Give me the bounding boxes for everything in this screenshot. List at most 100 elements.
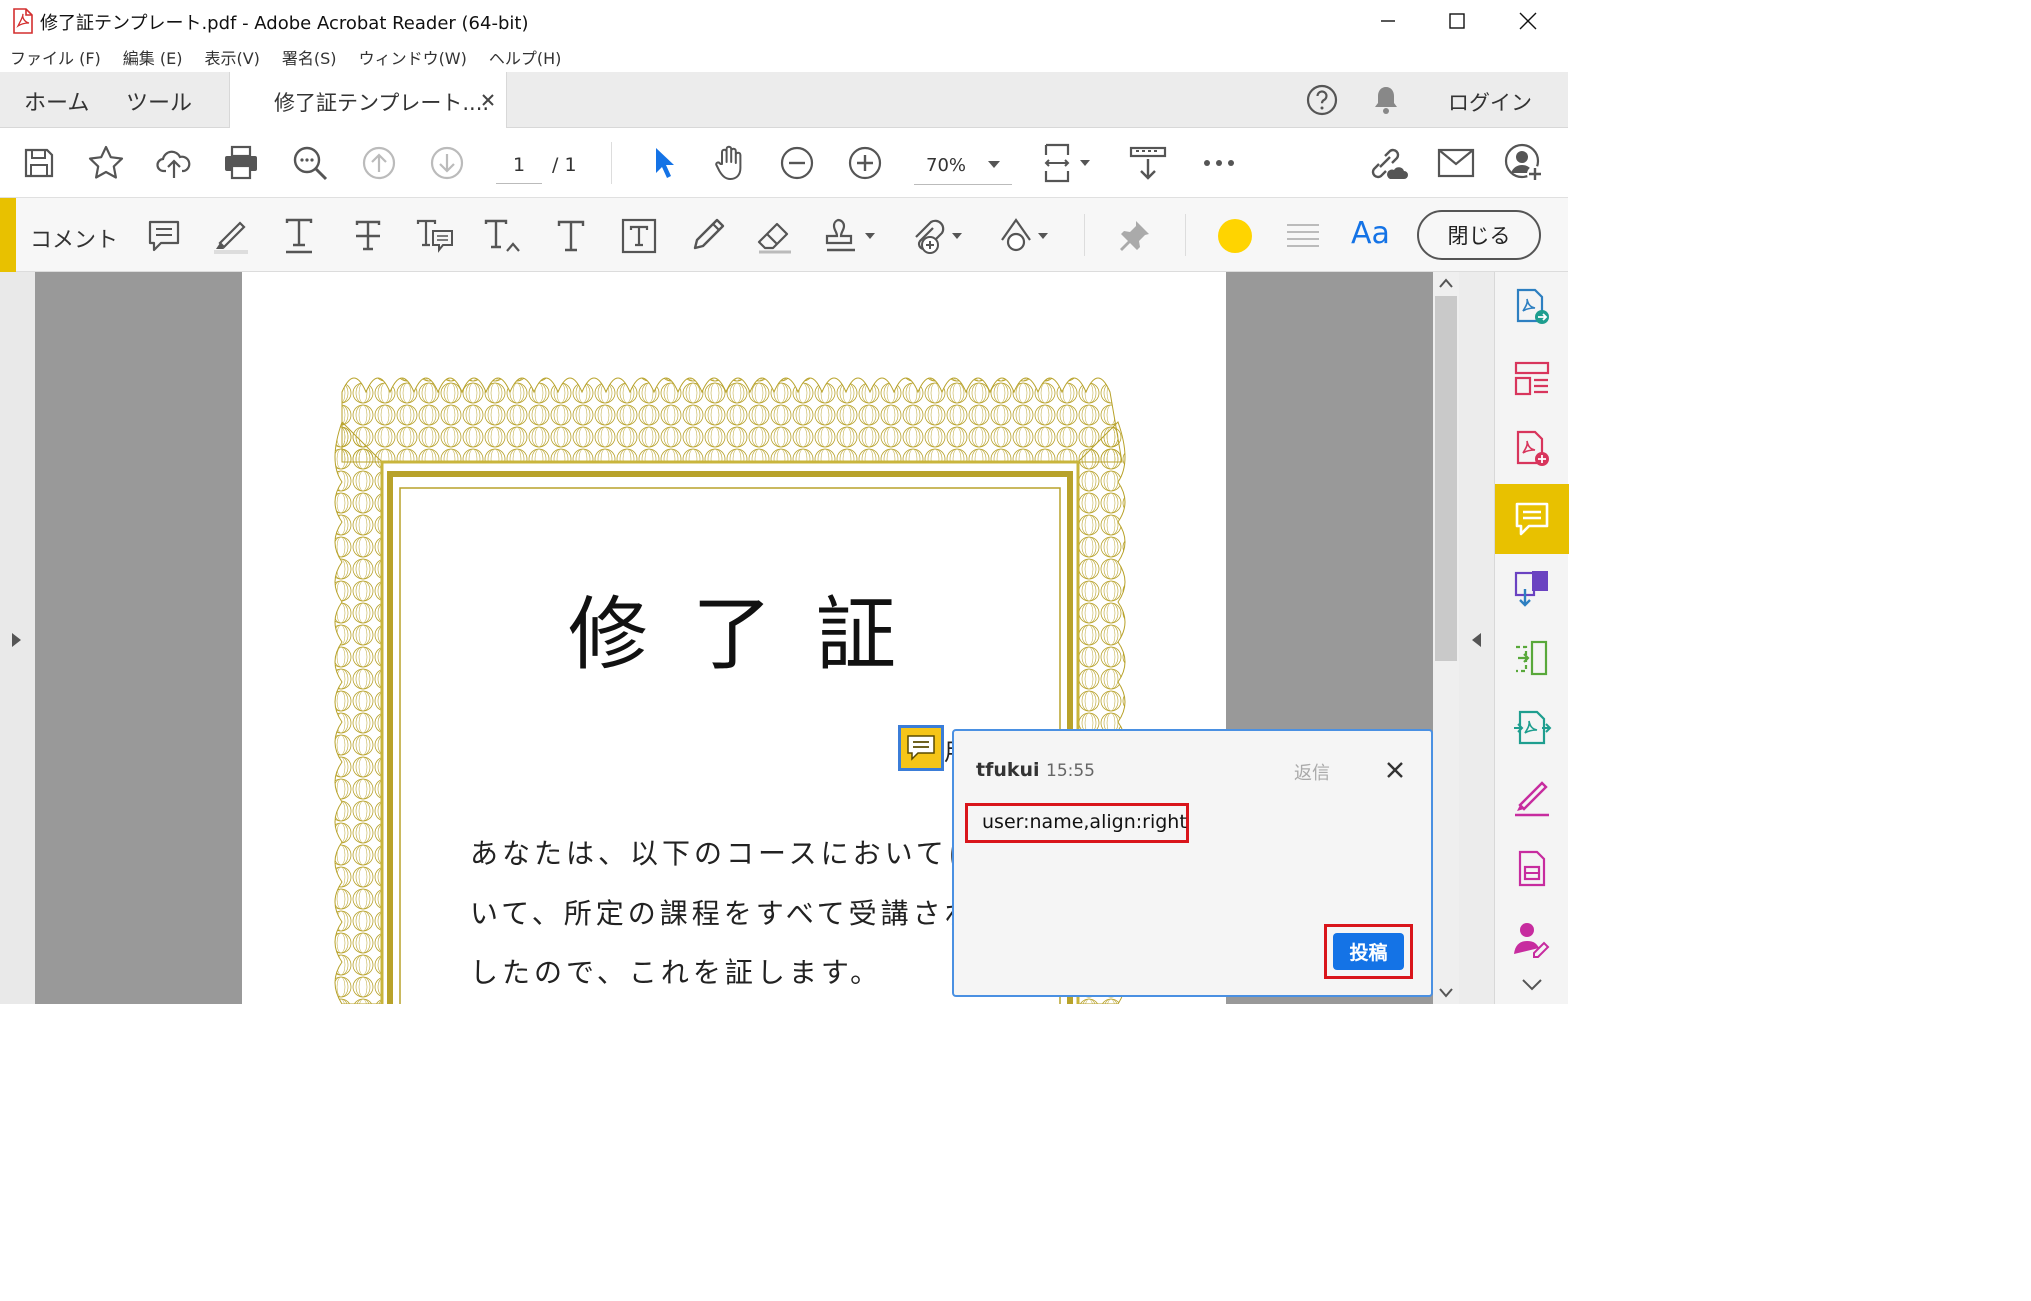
sticky-note-icon[interactable]	[144, 216, 184, 256]
tab-bar: ホーム ツール 修了証テンプレート.... ログイン	[0, 72, 1568, 129]
organize-pages-icon[interactable]	[1495, 344, 1569, 414]
pencil-icon[interactable]	[687, 216, 727, 256]
toolbar-divider	[1084, 214, 1085, 256]
attach-file-icon[interactable]	[908, 216, 964, 256]
eraser-icon[interactable]	[755, 216, 795, 256]
certificate-body-line-1: あなたは、以下のコースにおいてにお	[470, 837, 1012, 870]
page-number-input[interactable]: 1	[496, 148, 542, 184]
post-button-highlight: 投稿	[1324, 924, 1413, 979]
title-bar: 修了証テンプレート.pdf - Adobe Acrobat Reader (64…	[0, 0, 1568, 42]
comment-toolbar-label: コメント	[30, 228, 119, 253]
protect-icon[interactable]	[1495, 834, 1569, 904]
edit-pdf-icon[interactable]	[1495, 694, 1569, 764]
comment-popup: tfukui 15:55 返信 user:name,align:right 投稿	[952, 729, 1433, 997]
zoom-in-icon[interactable]	[846, 144, 884, 182]
search-zoom-icon[interactable]	[291, 144, 329, 182]
cloud-upload-icon[interactable]	[155, 144, 193, 182]
compress-icon[interactable]	[1495, 624, 1569, 694]
hand-icon[interactable]	[710, 144, 748, 182]
page-total: / 1	[552, 154, 577, 176]
replace-text-icon[interactable]	[483, 216, 523, 256]
close-window-button[interactable]	[1493, 0, 1563, 42]
fill-sign-icon[interactable]	[1495, 764, 1569, 834]
left-panel-toggle-icon[interactable]	[10, 632, 22, 648]
comment-author: tfukui	[976, 759, 1040, 781]
request-signature-icon[interactable]	[1495, 904, 1569, 974]
shapes-icon[interactable]	[996, 216, 1052, 256]
color-picker[interactable]	[1215, 216, 1255, 256]
line-weight-icon[interactable]	[1283, 216, 1323, 256]
bell-icon[interactable]	[1370, 84, 1402, 116]
print-icon[interactable]	[222, 144, 260, 182]
certificate-title: 修了証	[568, 588, 940, 681]
create-pdf-icon[interactable]	[1495, 414, 1569, 484]
menu-window[interactable]: ウィンドウ(W)	[359, 45, 467, 69]
certificate-body-line-2: いて、所定の課程をすべて受講されま	[470, 897, 1009, 930]
reply-button[interactable]: 返信	[1294, 759, 1330, 785]
login-link[interactable]: ログイン	[1448, 87, 1532, 117]
close-popup-icon[interactable]	[1382, 757, 1408, 783]
right-panel-toggle[interactable]	[1459, 272, 1494, 1004]
comment-text-input[interactable]: user:name,align:right	[982, 811, 1187, 833]
select-arrow-icon[interactable]	[643, 144, 681, 182]
strikethrough-icon[interactable]	[348, 216, 388, 256]
add-text-icon[interactable]	[551, 216, 591, 256]
toolbar-divider	[1185, 214, 1186, 256]
tab-home[interactable]: ホーム	[24, 85, 89, 117]
comment-time: 15:55	[1046, 761, 1095, 781]
chevron-down-icon	[988, 161, 1000, 168]
menu-help[interactable]: ヘルプ(H)	[489, 45, 562, 69]
menu-edit[interactable]: 編集 (E)	[123, 45, 183, 69]
tab-tools[interactable]: ツール	[126, 85, 192, 117]
toolbar-divider	[611, 142, 612, 184]
menu-sign[interactable]: 署名(S)	[282, 45, 337, 69]
menu-view[interactable]: 表示(V)	[204, 45, 259, 69]
comment-text-highlight: user:name,align:right	[965, 803, 1189, 843]
more-icon[interactable]	[1200, 144, 1238, 182]
comment-note-icon[interactable]	[898, 725, 944, 771]
chevron-down-icon[interactable]	[1521, 978, 1543, 992]
minimize-button[interactable]	[1353, 0, 1423, 42]
page-up-icon[interactable]	[360, 144, 398, 182]
close-comment-button[interactable]: 閉じる	[1417, 210, 1541, 260]
text-comment-icon[interactable]	[415, 216, 455, 256]
tools-panel	[1494, 272, 1569, 1004]
comment-toolbar-accent	[0, 198, 16, 272]
menu-file[interactable]: ファイル (F)	[10, 45, 101, 69]
pdf-file-icon	[12, 8, 34, 34]
page-down-icon[interactable]	[428, 144, 466, 182]
highlight-icon[interactable]	[211, 216, 251, 256]
stamp-icon[interactable]	[823, 216, 879, 256]
scroll-up-icon[interactable]	[1439, 278, 1453, 288]
text-box-icon[interactable]	[619, 216, 659, 256]
post-button[interactable]: 投稿	[1333, 933, 1404, 970]
window-title: 修了証テンプレート.pdf - Adobe Acrobat Reader (64…	[40, 13, 529, 34]
menu-bar: ファイル (F) 編集 (E) 表示(V) 署名(S) ウィンドウ(W) ヘルプ…	[0, 42, 1568, 72]
export-pdf-icon[interactable]	[1495, 272, 1569, 342]
comment-toolbar: コメント Aa 閉じる	[0, 198, 1568, 272]
add-user-icon[interactable]	[1504, 143, 1544, 182]
tab-document[interactable]: 修了証テンプレート....	[229, 72, 507, 129]
star-icon[interactable]	[87, 144, 125, 182]
collapse-left-icon	[1472, 633, 1481, 647]
email-icon[interactable]	[1436, 144, 1476, 182]
scroll-mode-icon[interactable]	[1128, 144, 1168, 182]
save-icon[interactable]	[20, 144, 58, 182]
fit-page-icon[interactable]	[1042, 143, 1094, 183]
help-icon[interactable]	[1305, 83, 1339, 117]
pin-icon[interactable]	[1114, 216, 1154, 256]
combine-files-icon[interactable]	[1495, 554, 1569, 624]
tab-document-label: 修了証テンプレート....	[274, 91, 490, 115]
certificate-body-line-3: したので、これを証します。	[470, 956, 883, 989]
zoom-out-icon[interactable]	[778, 144, 816, 182]
close-tab-icon[interactable]	[481, 93, 495, 107]
share-link-icon[interactable]	[1366, 144, 1408, 182]
underline-text-icon[interactable]	[279, 216, 319, 256]
zoom-select[interactable]: 70%	[914, 148, 1012, 185]
main-toolbar: 1 / 1 70%	[0, 128, 1568, 198]
text-properties-button[interactable]: Aa	[1351, 216, 1390, 251]
scroll-down-icon[interactable]	[1439, 988, 1453, 998]
scrollbar-thumb[interactable]	[1435, 296, 1457, 661]
maximize-button[interactable]	[1422, 0, 1492, 42]
comment-icon[interactable]	[1495, 484, 1569, 554]
